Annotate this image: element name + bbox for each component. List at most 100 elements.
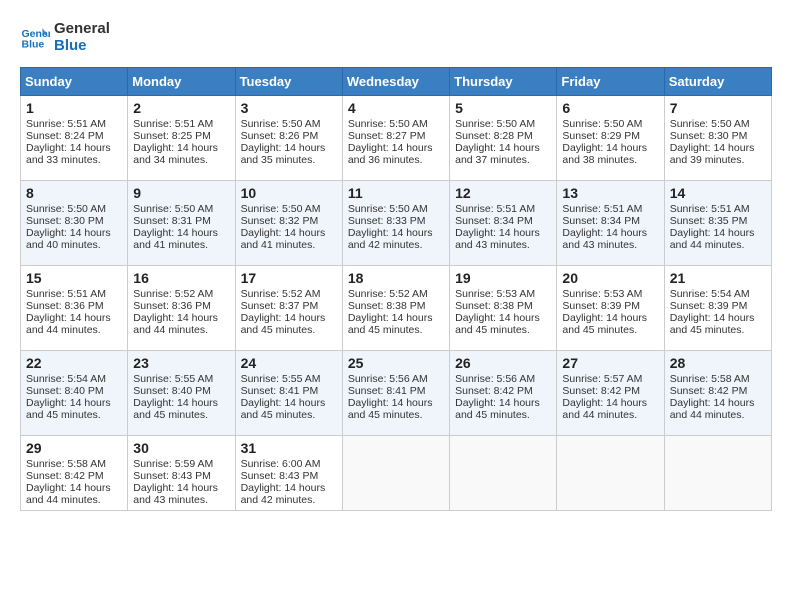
day-number: 21 — [670, 270, 766, 286]
sunrise: Sunrise: 5:59 AM — [133, 458, 213, 470]
calendar-week-2: 8Sunrise: 5:50 AMSunset: 8:30 PMDaylight… — [21, 180, 772, 265]
sunrise: Sunrise: 5:56 AM — [348, 373, 428, 385]
logo-icon: General Blue — [20, 22, 50, 52]
sunrise: Sunrise: 5:58 AM — [670, 373, 750, 385]
calendar-cell — [664, 435, 771, 510]
calendar-cell: 4Sunrise: 5:50 AMSunset: 8:27 PMDaylight… — [342, 95, 449, 180]
day-number: 8 — [26, 185, 122, 201]
calendar-cell: 22Sunrise: 5:54 AMSunset: 8:40 PMDayligh… — [21, 350, 128, 435]
sunrise: Sunrise: 5:53 AM — [562, 288, 642, 300]
sunrise: Sunrise: 5:51 AM — [562, 203, 642, 215]
sunset: Sunset: 8:42 PM — [455, 385, 533, 397]
sunrise: Sunrise: 5:54 AM — [26, 373, 106, 385]
calendar-cell: 25 Sunrise: 5:56 AMSunset: 8:41 PMDayligh… — [342, 350, 449, 435]
calendar-cell: 27Sunrise: 5:57 AMSunset: 8:42 PMDayligh… — [557, 350, 664, 435]
calendar-cell: 11Sunrise: 5:50 AMSunset: 8:33 PMDayligh… — [342, 180, 449, 265]
daylight: Daylight: 14 hours and 44 minutes. — [670, 227, 755, 251]
sunset: Sunset: 8:31 PM — [133, 215, 211, 227]
day-number: 5 — [455, 100, 551, 116]
calendar-body: 1Sunrise: 5:51 AMSunset: 8:24 PMDaylight… — [21, 95, 772, 510]
calendar-table: SundayMondayTuesdayWednesdayThursdayFrid… — [20, 67, 772, 511]
sunset: Sunset: 8:28 PM — [455, 130, 533, 142]
calendar-cell: 2Sunrise: 5:51 AMSunset: 8:25 PMDaylight… — [128, 95, 235, 180]
daylight: Daylight: 14 hours and 45 minutes. — [241, 397, 326, 421]
calendar-week-4: 22Sunrise: 5:54 AMSunset: 8:40 PMDayligh… — [21, 350, 772, 435]
daylight: Daylight: 14 hours and 45 minutes. — [133, 397, 218, 421]
sunset: Sunset: 8:42 PM — [562, 385, 640, 397]
daylight: Daylight: 14 hours and 45 minutes. — [348, 397, 433, 421]
sunrise: Sunrise: 5:50 AM — [348, 203, 428, 215]
sunrise: Sunrise: 5:51 AM — [455, 203, 535, 215]
sunset: Sunset: 8:34 PM — [562, 215, 640, 227]
daylight: Daylight: 14 hours and 39 minutes. — [670, 142, 755, 166]
sunset: Sunset: 8:41 PM — [241, 385, 319, 397]
day-number: 17 — [241, 270, 337, 286]
sunset: Sunset: 8:35 PM — [670, 215, 748, 227]
sunrise: Sunrise: 5:50 AM — [241, 118, 321, 130]
daylight: Daylight: 14 hours and 41 minutes. — [133, 227, 218, 251]
sunrise: Sunrise: 5:52 AM — [241, 288, 321, 300]
sunset: Sunset: 8:34 PM — [455, 215, 533, 227]
sunrise: Sunrise: 6:00 AM — [241, 458, 321, 470]
sunrise: Sunrise: 5:56 AM — [455, 373, 535, 385]
day-number: 2 — [133, 100, 229, 116]
page-header: General Blue General Blue — [20, 20, 772, 55]
calendar-cell: 12Sunrise: 5:51 AMSunset: 8:34 PMDayligh… — [450, 180, 557, 265]
calendar-cell: 29Sunrise: 5:58 AMSunset: 8:42 PMDayligh… — [21, 435, 128, 510]
sunrise: Sunrise: 5:52 AM — [348, 288, 428, 300]
sunrise: Sunrise: 5:50 AM — [26, 203, 106, 215]
calendar-cell: 23Sunrise: 5:55 AMSunset: 8:40 PMDayligh… — [128, 350, 235, 435]
day-number: 25 — [348, 355, 444, 371]
daylight: Daylight: 14 hours and 43 minutes. — [133, 482, 218, 506]
day-number: 9 — [133, 185, 229, 201]
day-number: 29 — [26, 440, 122, 456]
daylight: Daylight: 14 hours and 44 minutes. — [26, 482, 111, 506]
sunset: Sunset: 8:42 PM — [670, 385, 748, 397]
daylight: Daylight: 14 hours and 36 minutes. — [348, 142, 433, 166]
sunset: Sunset: 8:36 PM — [26, 300, 104, 312]
daylight: Daylight: 14 hours and 44 minutes. — [562, 397, 647, 421]
sunset: Sunset: 8:33 PM — [348, 215, 426, 227]
daylight: Daylight: 14 hours and 42 minutes. — [241, 482, 326, 506]
calendar-cell: 10Sunrise: 5:50 AMSunset: 8:32 PMDayligh… — [235, 180, 342, 265]
daylight: Daylight: 14 hours and 45 minutes. — [670, 312, 755, 336]
sunset: Sunset: 8:40 PM — [133, 385, 211, 397]
sunset: Sunset: 8:27 PM — [348, 130, 426, 142]
sunset: Sunset: 8:24 PM — [26, 130, 104, 142]
sunset: Sunset: 8:30 PM — [670, 130, 748, 142]
sunset: Sunset: 8:41 PM — [348, 385, 426, 397]
sunrise: Sunrise: 5:57 AM — [562, 373, 642, 385]
day-number: 13 — [562, 185, 658, 201]
day-header-monday: Monday — [128, 67, 235, 95]
day-header-tuesday: Tuesday — [235, 67, 342, 95]
logo: General Blue General Blue — [20, 20, 110, 55]
daylight: Daylight: 14 hours and 43 minutes. — [562, 227, 647, 251]
sunset: Sunset: 8:39 PM — [670, 300, 748, 312]
calendar-cell: 8Sunrise: 5:50 AMSunset: 8:30 PMDaylight… — [21, 180, 128, 265]
day-number: 6 — [562, 100, 658, 116]
sunrise: Sunrise: 5:58 AM — [26, 458, 106, 470]
calendar-cell: 26Sunrise: 5:56 AMSunset: 8:42 PMDayligh… — [450, 350, 557, 435]
sunrise: Sunrise: 5:50 AM — [670, 118, 750, 130]
daylight: Daylight: 14 hours and 45 minutes. — [348, 312, 433, 336]
day-number: 3 — [241, 100, 337, 116]
sunrise: Sunrise: 5:50 AM — [348, 118, 428, 130]
sunrise: Sunrise: 5:53 AM — [455, 288, 535, 300]
daylight: Daylight: 14 hours and 41 minutes. — [241, 227, 326, 251]
calendar-week-1: 1Sunrise: 5:51 AMSunset: 8:24 PMDaylight… — [21, 95, 772, 180]
daylight: Daylight: 14 hours and 44 minutes. — [133, 312, 218, 336]
daylight: Daylight: 14 hours and 33 minutes. — [26, 142, 111, 166]
calendar-cell: 1Sunrise: 5:51 AMSunset: 8:24 PMDaylight… — [21, 95, 128, 180]
day-number: 16 — [133, 270, 229, 286]
calendar-week-3: 15Sunrise: 5:51 AMSunset: 8:36 PMDayligh… — [21, 265, 772, 350]
daylight: Daylight: 14 hours and 45 minutes. — [241, 312, 326, 336]
svg-text:Blue: Blue — [22, 39, 45, 51]
day-number: 11 — [348, 185, 444, 201]
day-number: 1 — [26, 100, 122, 116]
sunrise: Sunrise: 5:51 AM — [133, 118, 213, 130]
calendar-cell: 5Sunrise: 5:50 AMSunset: 8:28 PMDaylight… — [450, 95, 557, 180]
calendar-cell: 24Sunrise: 5:55 AMSunset: 8:41 PMDayligh… — [235, 350, 342, 435]
day-number: 15 — [26, 270, 122, 286]
day-number: 24 — [241, 355, 337, 371]
sunrise: Sunrise: 5:52 AM — [133, 288, 213, 300]
